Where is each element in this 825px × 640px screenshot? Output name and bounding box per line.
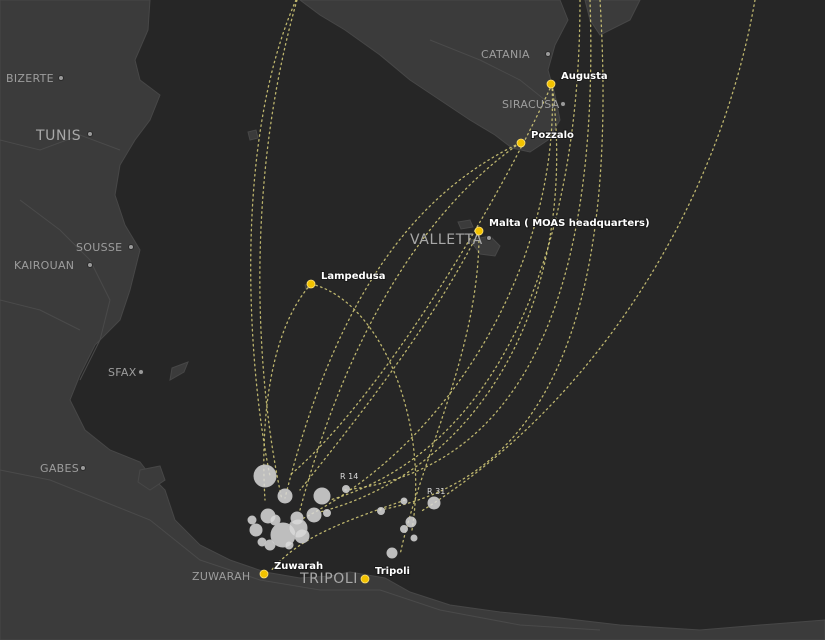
city-label-sfax: SFAX: [108, 366, 137, 379]
rescue-label-r14: R 14: [340, 472, 358, 481]
city-label-zuwarah: ZUWARAH: [192, 570, 250, 583]
port-label-pozzalo: Pozzalo: [531, 130, 574, 141]
island-gozo: [457, 219, 474, 230]
city-label-tripoli: TRIPOLI: [299, 571, 358, 587]
rescue-bubble[interactable]: [400, 525, 408, 533]
rescue-bubble[interactable]: [400, 497, 408, 505]
port-label-lampedusa: Lampedusa: [321, 271, 385, 282]
rescue-bubble[interactable]: [342, 485, 350, 493]
rescue-bubble[interactable]: [306, 507, 322, 523]
rescue-bubble[interactable]: [294, 528, 310, 544]
map-canvas[interactable]: BIZERTE TUNIS SOUSSE KAIROUAN SFAX GABES…: [0, 0, 825, 640]
city-label-gabes: GABES: [40, 462, 79, 475]
city-label-tunis: TUNIS: [35, 128, 81, 144]
port-marker-lampedusa[interactable]: [306, 279, 316, 289]
rescue-bubble[interactable]: [386, 547, 398, 559]
rescue-bubble[interactable]: [323, 509, 331, 517]
rescue-bubble[interactable]: [257, 537, 267, 547]
rescue-bubble[interactable]: [427, 496, 441, 510]
city-label-valletta: VALLETTA: [410, 232, 483, 248]
port-label-malta: Malta ( MOAS headquarters): [489, 218, 650, 229]
port-marker-tripoli[interactable]: [360, 574, 370, 584]
city-label-bizerte: BIZERTE: [6, 72, 54, 85]
rescue-bubble[interactable]: [313, 487, 331, 505]
port-marker-zuwarah[interactable]: [259, 569, 269, 579]
rescue-bubble[interactable]: [247, 515, 257, 525]
rescue-bubble[interactable]: [264, 539, 276, 551]
city-label-kairouan: KAIROUAN: [14, 259, 74, 272]
rescue-bubble[interactable]: [253, 464, 277, 488]
port-marker-augusta[interactable]: [546, 79, 556, 89]
port-label-tripoli: Tripoli: [375, 566, 410, 577]
port-marker-malta[interactable]: [474, 226, 484, 236]
island-pantelleria: [247, 129, 259, 141]
city-label-siracusa: SIRACUSA: [502, 98, 560, 111]
rescue-bubble[interactable]: [405, 516, 417, 528]
rescue-bubble[interactable]: [284, 540, 294, 550]
city-label-catania: CATANIA: [481, 48, 530, 61]
port-label-zuwarah: Zuwarah: [274, 561, 323, 572]
port-marker-pozzalo[interactable]: [516, 138, 526, 148]
port-label-augusta: Augusta: [561, 71, 608, 82]
rescue-bubble[interactable]: [249, 523, 263, 537]
rescue-bubble[interactable]: [377, 507, 385, 515]
rescue-bubble[interactable]: [410, 534, 418, 542]
rescue-label-r31: R 31: [427, 487, 445, 496]
city-label-sousse: SOUSSE: [76, 241, 122, 254]
rescue-bubble[interactable]: [277, 488, 293, 504]
